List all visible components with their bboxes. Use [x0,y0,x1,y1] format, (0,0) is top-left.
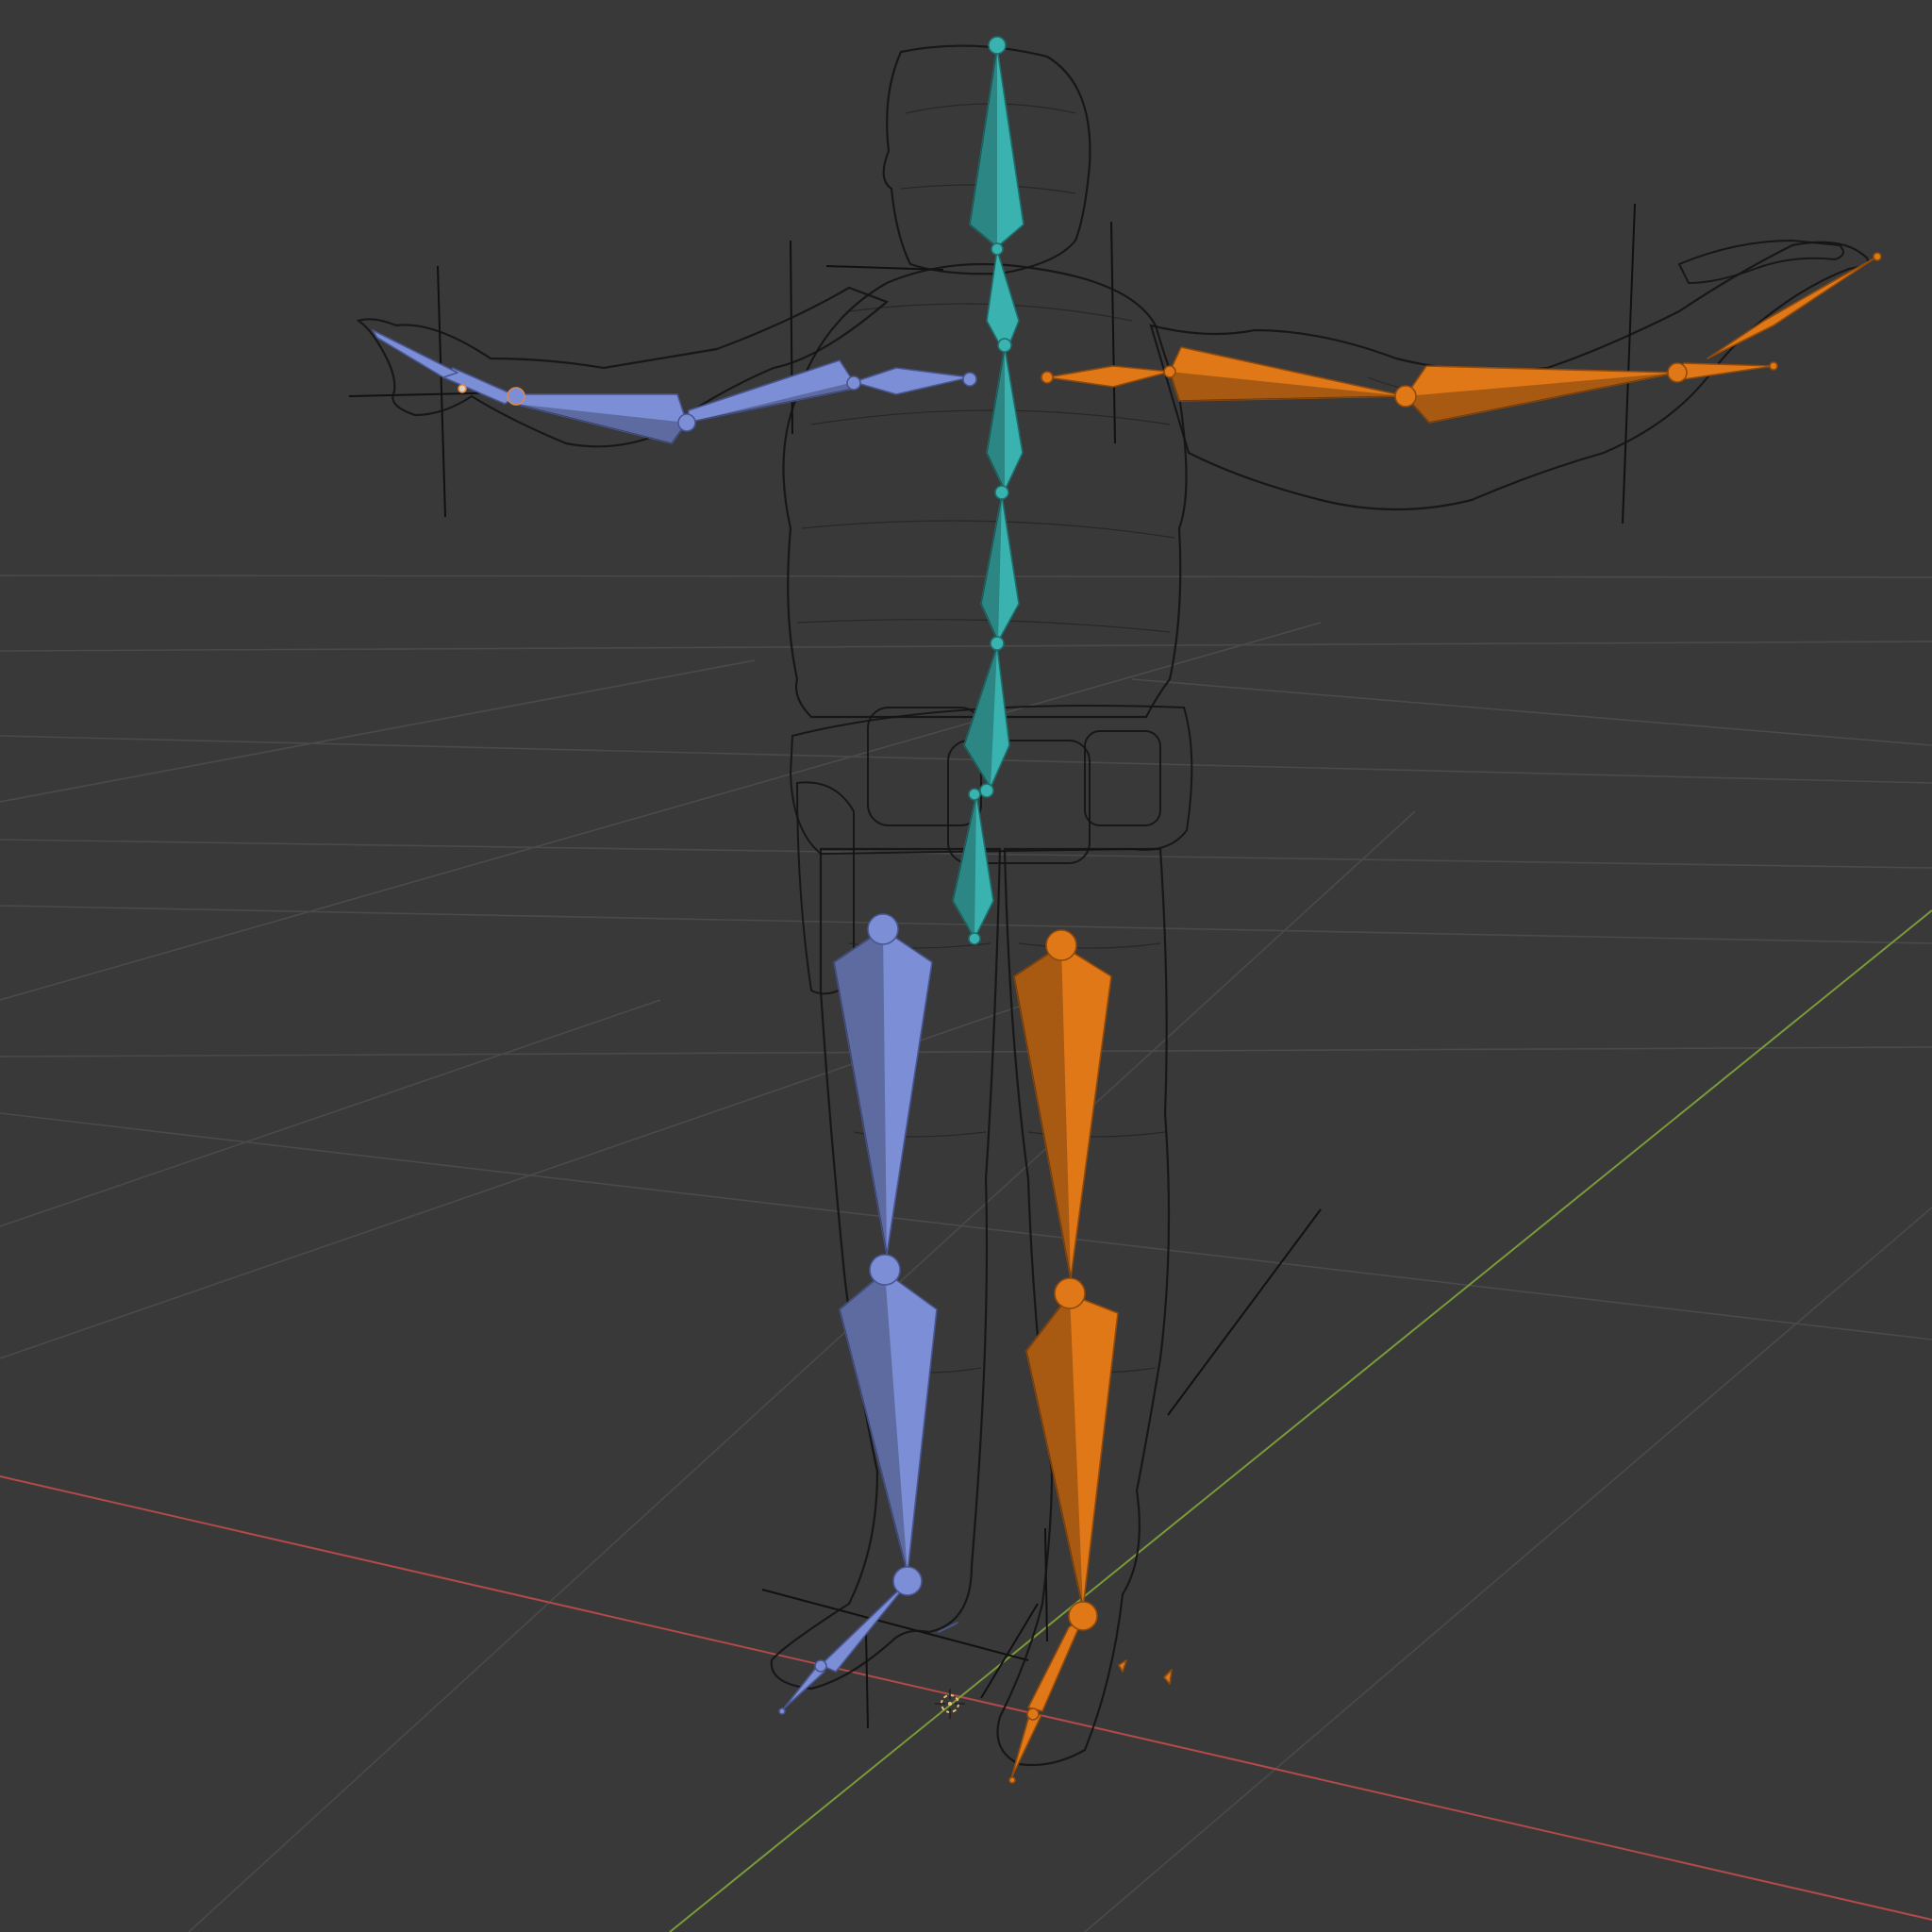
bone-group-right-side[interactable] [372,329,977,1715]
bone-clavicle-l[interactable] [1046,365,1171,388]
x-axis-line [0,1475,1932,1921]
joint-hip-l[interactable] [1045,929,1077,961]
bone-group-center[interactable] [952,36,1024,945]
bone-foot-l[interactable] [1027,1617,1084,1712]
viewport-scene[interactable] [0,0,1932,1932]
joint-knee-l[interactable] [1054,1277,1086,1309]
joint-head-tip[interactable] [988,36,1007,55]
joint-knee-r[interactable] [869,1254,901,1286]
armature[interactable] [372,36,1882,1784]
bone-group-left-side[interactable] [1008,252,1882,1784]
joint-hip-r[interactable] [867,913,899,945]
3d-viewport[interactable] [0,0,1932,1932]
joint-ankle-r[interactable] [892,1566,923,1596]
bone-fingers-l[interactable] [1707,256,1878,359]
joint-selected-r-hand[interactable] [507,387,525,406]
bone-hand-l[interactable] [1676,362,1774,380]
bone-foot-r[interactable] [820,1582,908,1673]
floor-grid [0,575,1932,1932]
bone-toe-l[interactable] [1010,1711,1042,1779]
bone-clavicle-r[interactable] [853,367,971,395]
joint-ankle-l[interactable] [1068,1601,1098,1631]
